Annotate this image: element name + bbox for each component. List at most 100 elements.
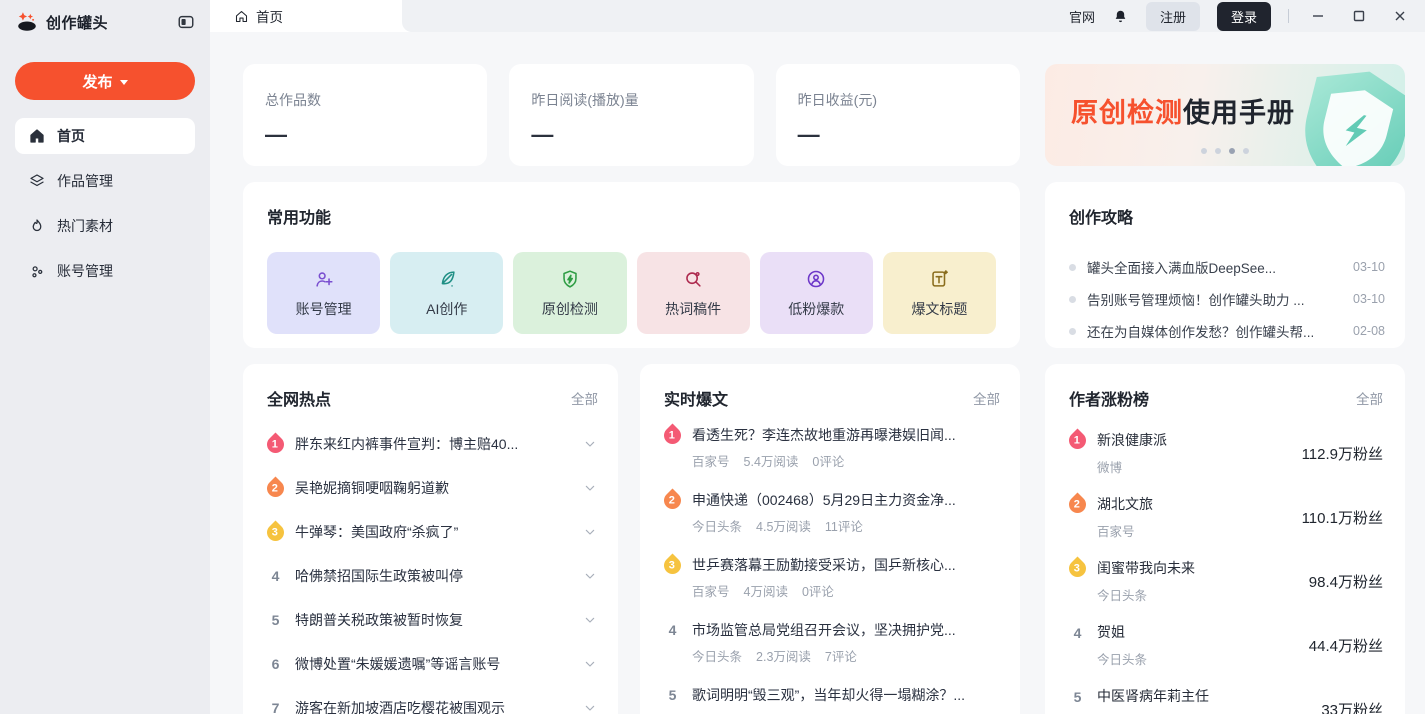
banner-title-rest: 使用手册 [1183, 98, 1295, 128]
author-row[interactable]: 2 湖北文旅 百家号 110.1万粉丝 [1069, 482, 1383, 546]
stat-value: — [798, 122, 998, 148]
sidebar-item-icon [28, 172, 46, 190]
sidebar-item-icon [28, 127, 46, 145]
strategy-item[interactable]: 还在为自媒体创作发愁？创作罐头帮... 02-08 [1069, 315, 1385, 347]
stat-value: — [265, 122, 465, 148]
hot-topic-row[interactable]: 2 吴艳妮摘铜哽咽鞠躬道歉 [267, 466, 598, 510]
feature-button[interactable]: 账号管理 [267, 252, 380, 334]
hot-topic-title: 哈佛禁招国际生政策被叫停 [295, 566, 571, 586]
hot-topic-title: 胖东来红内裤事件宣判：博主赔40... [295, 434, 571, 454]
sidebar-item[interactable]: 首页 [15, 118, 195, 154]
chevron-down-icon[interactable] [582, 656, 598, 672]
author-row[interactable]: 4 贺姐 今日头条 44.4万粉丝 [1069, 610, 1383, 674]
hot-article-row[interactable]: 3 世乒赛落幕王励勤接受采访，国乒新核心... 百家号 4万阅读 0评论 [664, 554, 1000, 619]
stat-label: 昨日阅读(播放)量 [531, 90, 731, 110]
strategy-item-date: 03-10 [1353, 292, 1385, 306]
bottom-left-row: 全网热点 全部 1 胖东来红内裤事件宣判：博主赔40... [243, 364, 1020, 714]
article-reads: 4.5万阅读 [756, 516, 811, 535]
hot-article-row[interactable]: 4 市场监管总局党组召开会议，坚决拥护党... 今日头条 2.3万阅读 7评论 [664, 619, 1000, 684]
carousel-dot[interactable] [1243, 148, 1249, 154]
sidebar-item-label: 作品管理 [57, 171, 113, 191]
author-rank-more-link[interactable]: 全部 [1356, 388, 1383, 408]
chevron-down-icon[interactable] [582, 480, 598, 496]
carousel-dot[interactable] [1215, 148, 1221, 154]
promo-banner[interactable]: 原创检测使用手册 [1045, 64, 1405, 166]
topbar-right: 官网 注册 登录 [402, 0, 1425, 32]
rank-badge: 1 [660, 423, 684, 447]
sidebar-item[interactable]: 账号管理 [15, 253, 195, 289]
strategy-item[interactable]: 告别账号管理烦恼！创作罐头助力 ... 03-10 [1069, 283, 1385, 315]
sidebar-item[interactable]: 作品管理 [15, 163, 195, 199]
hot-articles-list: 1 看透生死？李连杰故地重游再曝港娱旧闻... 百家号 5.4万阅读 0评论 [664, 424, 1000, 714]
publish-button[interactable]: 发布 [15, 62, 195, 100]
hot-topic-row[interactable]: 5 特朗普关税政策被暂时恢复 [267, 598, 598, 642]
publish-button-label: 发布 [82, 71, 112, 92]
features-row: 账号管理 AI创作 原创检测 [267, 252, 996, 334]
hot-topic-row[interactable]: 7 游客在新加坡酒店吃樱花被围观示 [267, 686, 598, 714]
hot-articles-more-link[interactable]: 全部 [973, 388, 1000, 408]
rank-badge: 2 [660, 488, 684, 512]
article-source: 今日头条 [692, 516, 742, 535]
bullet-icon [1069, 296, 1076, 303]
stat-card: 总作品数 — [243, 64, 487, 166]
hot-articles-card: 实时爆文 全部 1 看透生死？李连杰故地重游再曝港娱旧闻... [640, 364, 1020, 714]
notification-bell-icon[interactable] [1112, 8, 1129, 25]
rank-badge: 6 [267, 656, 284, 673]
stat-card: 昨日收益(元) — [776, 64, 1020, 166]
hot-topic-row[interactable]: 4 哈佛禁招国际生政策被叫停 [267, 554, 598, 598]
author-name: 闺蜜带我向未来 [1097, 558, 1298, 578]
content: 总作品数 — 昨日阅读(播放)量 — 昨日收益(元) — [210, 32, 1425, 714]
sidebar-collapse-icon[interactable] [177, 13, 195, 31]
rank-badge: 5 [664, 687, 681, 704]
feature-label: 账号管理 [296, 299, 352, 319]
carousel-dots [1201, 148, 1249, 154]
strategy-title: 创作攻略 [1069, 204, 1385, 228]
author-row[interactable]: 3 闺蜜带我向未来 今日头条 98.4万粉丝 [1069, 546, 1383, 610]
window-minimize-button[interactable] [1306, 4, 1330, 28]
author-row[interactable]: 5 中医肾病年莉主任 33万粉丝 [1069, 674, 1383, 714]
chevron-down-icon[interactable] [582, 612, 598, 628]
author-rank-list: 1 新浪健康派 微博 112.9万粉丝 2 湖北文旅 [1069, 418, 1383, 714]
feature-icon [682, 268, 704, 290]
hot-article-row[interactable]: 5 歌词明明“毁三观”，当年却火得一塌糊涂？... [664, 684, 1000, 714]
hot-topic-row[interactable]: 6 微博处置“朱媛媛遗嘱”等谣言账号 [267, 642, 598, 686]
hot-topics-more-link[interactable]: 全部 [571, 388, 598, 408]
author-row[interactable]: 1 新浪健康派 微博 112.9万粉丝 [1069, 418, 1383, 482]
hot-topic-row[interactable]: 3 牛弹琴：美国政府“杀疯了” [267, 510, 598, 554]
topbar: 首页 官网 注册 登录 [210, 0, 1425, 32]
chevron-down-icon[interactable] [582, 524, 598, 540]
sidebar-item[interactable]: 热门素材 [15, 208, 195, 244]
hot-articles-title: 实时爆文 [664, 386, 728, 410]
feature-icon [805, 268, 827, 290]
feature-button[interactable]: AI创作 [390, 252, 503, 334]
feature-button[interactable]: 原创检测 [513, 252, 626, 334]
feature-button[interactable]: 热词稿件 [637, 252, 750, 334]
chevron-down-icon[interactable] [582, 700, 598, 714]
register-button[interactable]: 注册 [1146, 2, 1200, 31]
article-reads: 5.4万阅读 [744, 451, 799, 470]
hot-article-row[interactable]: 1 看透生死？李连杰故地重游再曝港娱旧闻... 百家号 5.4万阅读 0评论 [664, 424, 1000, 489]
tab-home[interactable]: 首页 [210, 0, 402, 32]
hot-topic-title: 牛弹琴：美国政府“杀疯了” [295, 522, 571, 542]
feature-button[interactable]: 爆文标题 [883, 252, 996, 334]
author-info: 中医肾病年莉主任 [1097, 686, 1310, 713]
rank-badge: 1 [263, 432, 287, 456]
strategy-item[interactable]: 罐头全面接入满血版DeepSee... 03-10 [1069, 251, 1385, 283]
window-maximize-button[interactable] [1347, 4, 1371, 28]
article-comments: 11评论 [825, 516, 863, 535]
common-functions-card: 常用功能 账号管理 AI创作 [243, 182, 1020, 348]
window-close-button[interactable] [1388, 4, 1412, 28]
login-button[interactable]: 登录 [1217, 2, 1271, 31]
carousel-dot[interactable] [1201, 148, 1207, 154]
hot-topic-title: 吴艳妮摘铜哽咽鞠躬道歉 [295, 478, 571, 498]
hot-article-row[interactable]: 2 申通快递（002468）5月29日主力资金净... 今日头条 4.5万阅读 … [664, 489, 1000, 554]
carousel-dot[interactable] [1229, 148, 1235, 154]
chevron-down-icon[interactable] [582, 436, 598, 452]
hot-topic-row[interactable]: 1 胖东来红内裤事件宣判：博主赔40... [267, 422, 598, 466]
common-functions-title: 常用功能 [267, 204, 996, 228]
chevron-down-icon[interactable] [582, 568, 598, 584]
author-name: 新浪健康派 [1097, 430, 1291, 450]
feature-label: 爆文标题 [911, 299, 967, 319]
feature-button[interactable]: 低粉爆款 [760, 252, 873, 334]
website-link[interactable]: 官网 [1069, 7, 1095, 26]
